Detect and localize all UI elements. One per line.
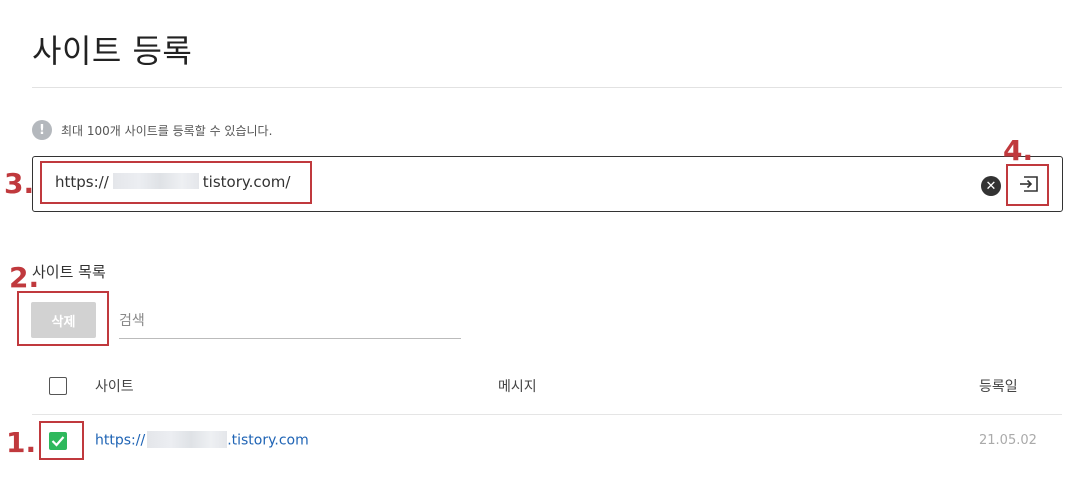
select-all-checkbox[interactable] — [49, 377, 67, 395]
column-header-site: 사이트 — [95, 379, 134, 395]
annotation-box-3 — [40, 161, 312, 204]
site-url-prefix: https:// — [95, 432, 146, 449]
notice-text: 최대 100개 사이트를 등록할 수 있습니다. — [61, 123, 273, 138]
annotation-label-2: 2. — [9, 261, 40, 294]
table-divider — [32, 414, 1062, 415]
site-date: 21.05.02 — [979, 433, 1037, 448]
page-title: 사이트 등록 — [32, 32, 193, 70]
annotation-label-1: 1. — [6, 426, 37, 459]
annotation-box-2 — [17, 291, 109, 346]
site-url-link[interactable]: https:// .tistory.com — [95, 431, 309, 449]
column-header-date: 등록일 — [979, 379, 1018, 395]
info-icon: ! — [32, 120, 52, 140]
site-list-title: 사이트 목록 — [32, 263, 106, 281]
annotation-label-4: 4. — [1003, 134, 1034, 167]
search-field — [119, 302, 461, 339]
redacted-blur — [147, 431, 228, 448]
column-header-message: 메시지 — [498, 379, 537, 395]
title-divider — [32, 87, 1062, 88]
notice: ! 최대 100개 사이트를 등록할 수 있습니다. — [32, 120, 272, 140]
annotation-box-1 — [39, 421, 84, 460]
search-input[interactable] — [119, 310, 459, 332]
annotation-label-3: 3. — [4, 167, 35, 200]
site-url-suffix: .tistory.com — [227, 432, 309, 449]
clear-icon[interactable]: ✕ — [981, 176, 1001, 196]
annotation-box-4 — [1006, 164, 1049, 206]
